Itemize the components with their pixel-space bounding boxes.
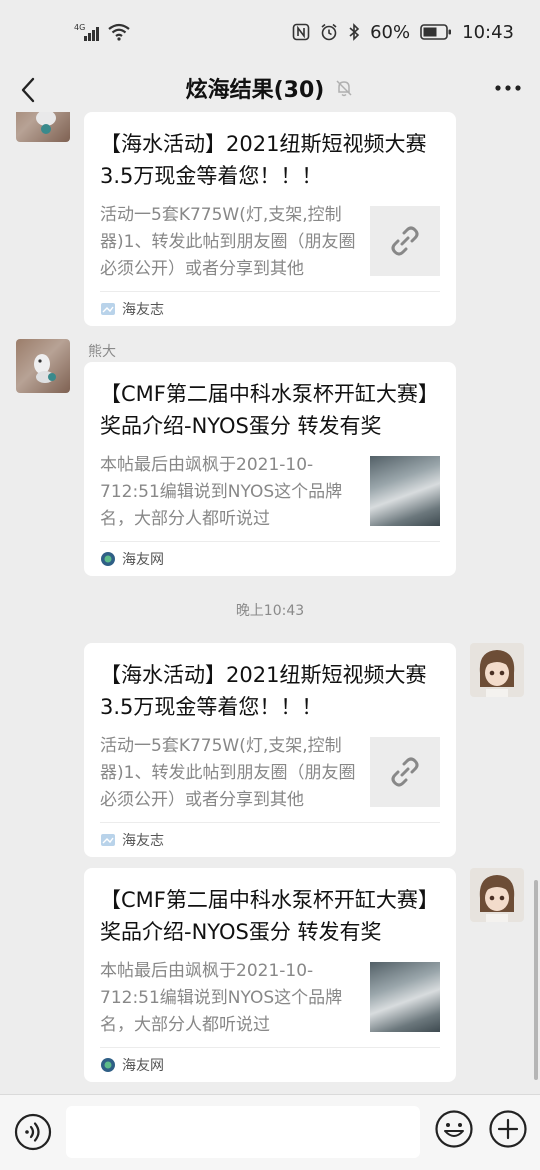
link-card[interactable]: 【海水活动】2021纽斯短视频大赛 3.5万现金等着您！！！ 活动一5套K775…: [84, 112, 456, 326]
card-thumbnail: [370, 206, 440, 276]
bluetooth-icon: [349, 23, 360, 41]
avatar[interactable]: [16, 112, 70, 142]
avatar[interactable]: [16, 339, 70, 393]
card-description: 本帖最后由飒枫于2021-10-712:51编辑说到NYOS这个品牌名，大部分人…: [100, 455, 343, 529]
nav-bar: 炫海结果(30): [0, 64, 540, 112]
chat-message-list[interactable]: 【海水活动】2021纽斯短视频大赛 3.5万现金等着您！！！ 活动一5套K775…: [0, 112, 540, 1094]
voice-icon[interactable]: [14, 1113, 52, 1151]
card-source-name: 海友网: [122, 1058, 164, 1074]
chat-title: 炫海结果(30): [185, 78, 325, 103]
card-title: 【海水活动】2021纽斯短视频大赛 3.5万现金等着您！！！: [100, 132, 427, 188]
doll-avatar-image: [479, 650, 515, 697]
cellular-signal-icon: 4G: [74, 23, 99, 41]
more-dots-icon: [495, 85, 521, 91]
card-body: 本帖最后由飒枫于2021-10-712:51编辑说到NYOS这个品牌名，大部分人…: [100, 958, 440, 1039]
avatar[interactable]: [470, 868, 524, 922]
wifi-icon: [108, 23, 130, 41]
source-logo-icon: [101, 1058, 115, 1072]
card-body: 本帖最后由飒枫于2021-10-712:51编辑说到NYOS这个品牌名，大部分人…: [100, 452, 440, 533]
clock: 10:43: [462, 21, 514, 43]
chat-scrollbar[interactable]: [534, 880, 538, 1080]
input-bar: [0, 1094, 540, 1170]
photo-thumbnail: [370, 456, 440, 526]
nav-title-wrap: 炫海结果(30): [186, 72, 355, 104]
link-icon: [391, 757, 419, 787]
card-source: 海友志: [100, 291, 440, 326]
source-logo-icon: [101, 834, 115, 846]
link-card[interactable]: 【CMF第二届中科水泵杯开缸大赛】奖品介绍-NYOS蛋分 转发有奖 本帖最后由飒…: [84, 868, 456, 1082]
photo-thumbnail: [370, 962, 440, 1032]
plus-circle-icon[interactable]: [488, 1109, 528, 1149]
time-separator: 晚上10:43: [235, 603, 305, 619]
doll-avatar-image: [479, 875, 515, 922]
bell-off-icon: [336, 80, 352, 97]
card-title: 【海水活动】2021纽斯短视频大赛 3.5万现金等着您！！！: [100, 663, 427, 719]
link-card[interactable]: 【海水活动】2021纽斯短视频大赛 3.5万现金等着您！！！ 活动一5套K775…: [84, 643, 456, 857]
card-source: 海友志: [100, 822, 440, 857]
emoji-icon[interactable]: [434, 1109, 474, 1149]
card-title: 【CMF第二届中科水泵杯开缸大赛】奖品介绍-NYOS蛋分 转发有奖: [100, 382, 439, 438]
alarm-icon: [321, 23, 337, 41]
chevron-left-icon: [21, 77, 35, 103]
message-input[interactable]: [66, 1106, 420, 1158]
nfc-icon: [292, 23, 310, 41]
link-card[interactable]: 【CMF第二届中科水泵杯开缸大赛】奖品介绍-NYOS蛋分 转发有奖 本帖最后由飒…: [84, 362, 456, 576]
source-logo-icon: [101, 303, 115, 315]
sender-name: 熊大: [88, 344, 116, 360]
battery-icon: [420, 24, 452, 40]
dog-avatar-image: [36, 112, 56, 134]
dog-avatar-image: [34, 354, 56, 383]
svg-text:4G: 4G: [74, 23, 85, 32]
card-source-name: 海友网: [122, 552, 164, 568]
card-source-name: 海友志: [122, 302, 164, 318]
source-logo-icon: [101, 552, 115, 566]
status-left: 4G: [74, 22, 130, 42]
more-button[interactable]: [488, 70, 528, 106]
avatar[interactable]: [470, 643, 524, 697]
battery-percent: 60%: [370, 21, 411, 43]
status-right: 60% 10:43: [292, 22, 514, 43]
card-description: 活动一5套K775W(灯,支架,控制器)1、转发此帖到朋友圈（朋友圈必须公开）或…: [100, 736, 356, 810]
card-source: 海友网: [100, 1047, 440, 1082]
card-source-name: 海友志: [122, 833, 164, 849]
card-description: 本帖最后由飒枫于2021-10-712:51编辑说到NYOS这个品牌名，大部分人…: [100, 961, 343, 1035]
card-description: 活动一5套K775W(灯,支架,控制器)1、转发此帖到朋友圈（朋友圈必须公开）或…: [100, 205, 356, 279]
link-icon: [391, 226, 419, 256]
card-source: 海友网: [100, 541, 440, 576]
card-title: 【CMF第二届中科水泵杯开缸大赛】奖品介绍-NYOS蛋分 转发有奖: [100, 888, 439, 944]
back-button[interactable]: [10, 72, 46, 108]
card-body: 活动一5套K775W(灯,支架,控制器)1、转发此帖到朋友圈（朋友圈必须公开）或…: [100, 733, 440, 814]
card-thumbnail: [370, 737, 440, 807]
card-body: 活动一5套K775W(灯,支架,控制器)1、转发此帖到朋友圈（朋友圈必须公开）或…: [100, 202, 440, 283]
status-bar: 4G 60% 10:43: [0, 0, 540, 64]
